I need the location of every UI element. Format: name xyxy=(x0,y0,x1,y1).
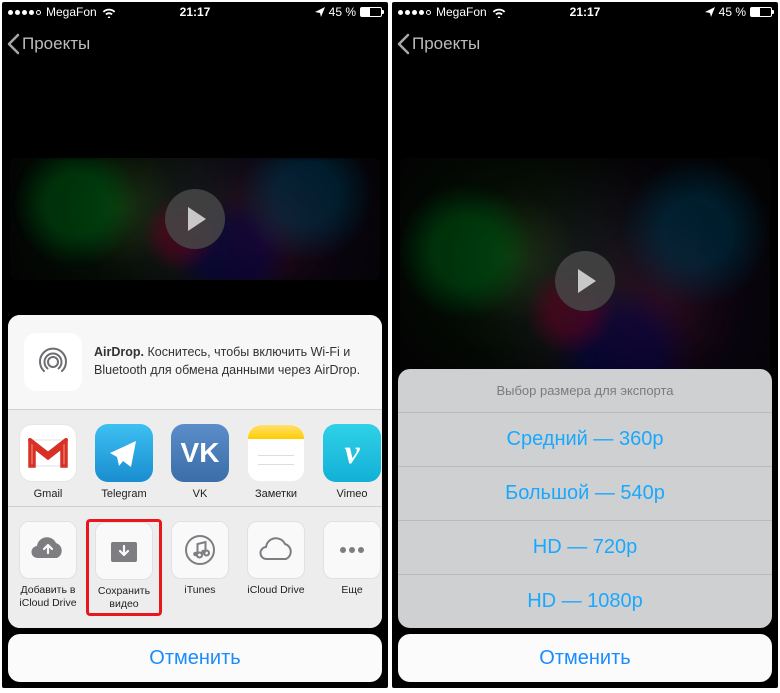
cancel-button[interactable]: Отменить xyxy=(398,634,772,682)
action-add-icloud[interactable]: Добавить в iCloud Drive xyxy=(10,521,86,616)
location-arrow-icon xyxy=(705,7,715,17)
wifi-icon xyxy=(492,7,506,18)
gmail-icon xyxy=(19,424,77,482)
share-app-telegram[interactable]: Telegram xyxy=(86,424,162,500)
status-bar: MegaFon 21:17 45 % xyxy=(2,2,388,22)
airdrop-row[interactable]: AirDrop. Коснитесь, чтобы включить Wi-Fi… xyxy=(8,315,382,409)
vk-icon: VK xyxy=(171,424,229,482)
video-thumbnail[interactable] xyxy=(400,158,770,404)
export-header: Выбор размера для экспорта xyxy=(398,369,772,412)
battery-icon xyxy=(750,7,772,17)
back-chevron-icon[interactable] xyxy=(6,33,20,55)
battery-icon xyxy=(360,7,382,17)
itunes-icon xyxy=(171,521,229,579)
telegram-icon xyxy=(95,424,153,482)
video-thumbnail[interactable] xyxy=(10,158,380,280)
action-save-video[interactable]: Сохранить видео xyxy=(86,519,162,616)
signal-dots-icon xyxy=(8,10,41,15)
cloud-icon xyxy=(247,521,305,579)
back-label[interactable]: Проекты xyxy=(412,34,480,54)
battery-pct: 45 % xyxy=(329,5,356,19)
play-button[interactable] xyxy=(165,189,225,249)
location-arrow-icon xyxy=(315,7,325,17)
vimeo-icon: v xyxy=(323,424,381,482)
action-row: Добавить в iCloud Drive Сохранить видео … xyxy=(8,507,382,628)
battery-pct: 45 % xyxy=(719,5,746,19)
status-bar: MegaFon 21:17 45 % xyxy=(392,2,778,22)
more-icon xyxy=(323,521,381,579)
wifi-icon xyxy=(102,7,116,18)
action-itunes[interactable]: iTunes xyxy=(162,521,238,616)
export-option-360p[interactable]: Средний — 360p xyxy=(398,412,772,466)
share-sheet: AirDrop. Коснитесь, чтобы включить Wi-Fi… xyxy=(8,315,382,628)
share-app-gmail[interactable]: Gmail xyxy=(10,424,86,500)
clock: 21:17 xyxy=(180,5,211,19)
action-icloud-drive[interactable]: iCloud Drive xyxy=(238,521,314,616)
back-chevron-icon[interactable] xyxy=(396,33,410,55)
airdrop-text: AirDrop. Коснитесь, чтобы включить Wi-Fi… xyxy=(94,344,366,379)
signal-dots-icon xyxy=(398,10,431,15)
export-size-sheet: Выбор размера для экспорта Средний — 360… xyxy=(398,369,772,628)
phone-left: MegaFon 21:17 45 % Проекты AirDrop. Косн… xyxy=(2,2,388,688)
airdrop-icon xyxy=(24,333,82,391)
share-app-vk[interactable]: VK VK xyxy=(162,424,238,500)
share-app-notes[interactable]: Заметки xyxy=(238,424,314,500)
save-video-icon xyxy=(95,522,153,580)
export-option-540p[interactable]: Большой — 540p xyxy=(398,466,772,520)
phone-right: MegaFon 21:17 45 % Проекты Выбор размера… xyxy=(392,2,778,688)
share-apps-row: Gmail Telegram VK VK Заметки v Vimeo xyxy=(8,410,382,506)
export-option-1080p[interactable]: HD — 1080p xyxy=(398,574,772,628)
cancel-button[interactable]: Отменить xyxy=(8,634,382,682)
nav-bar: Проекты xyxy=(2,22,388,66)
action-more[interactable]: Еще xyxy=(314,521,382,616)
share-app-vimeo[interactable]: v Vimeo xyxy=(314,424,382,500)
export-option-720p[interactable]: HD — 720p xyxy=(398,520,772,574)
back-label[interactable]: Проекты xyxy=(22,34,90,54)
carrier-label: MegaFon xyxy=(436,5,487,19)
play-button[interactable] xyxy=(555,251,615,311)
notes-icon xyxy=(247,424,305,482)
carrier-label: MegaFon xyxy=(46,5,97,19)
cloud-upload-icon xyxy=(19,521,77,579)
clock: 21:17 xyxy=(570,5,601,19)
nav-bar: Проекты xyxy=(392,22,778,66)
